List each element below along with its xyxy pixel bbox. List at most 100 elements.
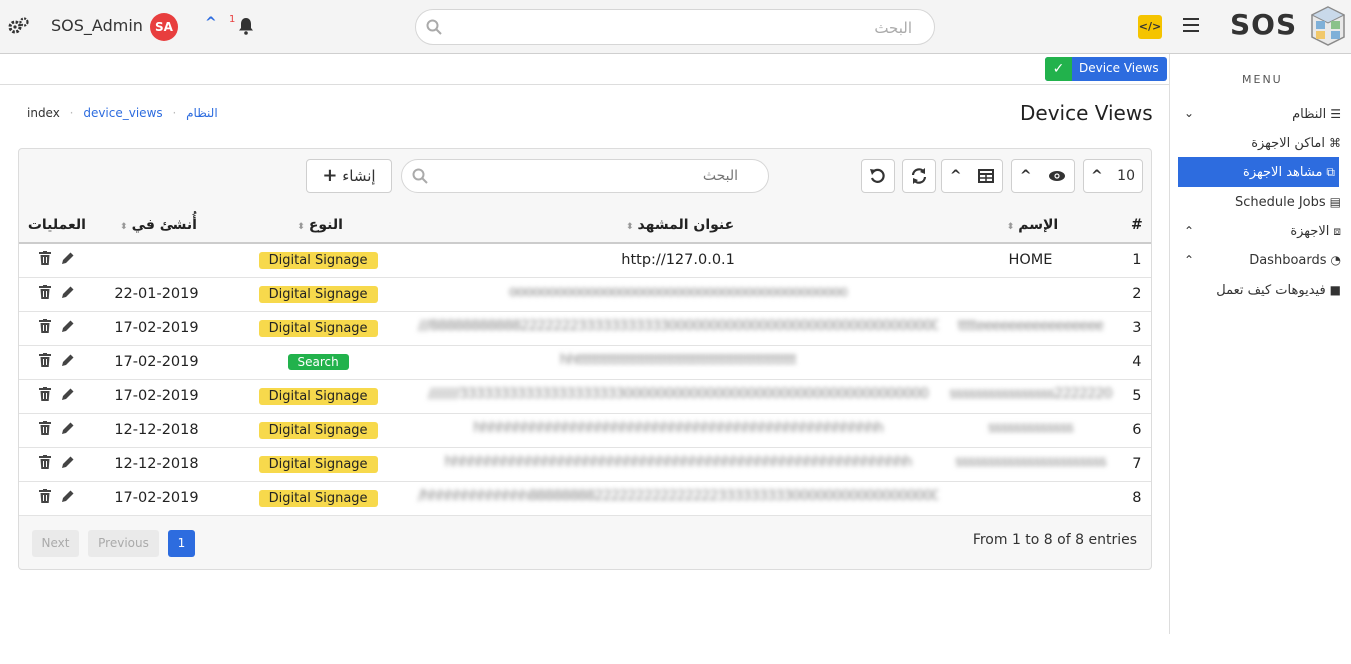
- pencil-icon[interactable]: [61, 456, 74, 473]
- chevron-down-icon[interactable]: ⌄: [1184, 106, 1194, 120]
- chevron-up-icon[interactable]: ⌃: [1184, 224, 1194, 238]
- row-actions: [19, 413, 95, 448]
- column-header-name[interactable]: ⬍ الإسم: [938, 207, 1123, 244]
- page-1-button[interactable]: 1: [168, 530, 195, 557]
- trash-icon[interactable]: [39, 421, 52, 439]
- avatar[interactable]: SA: [150, 13, 178, 41]
- cell-number: 1: [1122, 243, 1151, 278]
- cell-number: 7: [1122, 447, 1151, 482]
- table-search-input[interactable]: [438, 165, 738, 187]
- create-button[interactable]: إنشاء +: [306, 159, 392, 193]
- table-icon: [978, 168, 995, 184]
- next-page-button[interactable]: Next: [32, 530, 79, 557]
- hamburger-menu-icon[interactable]: [1183, 18, 1199, 32]
- brand-name[interactable]: SOS: [1230, 8, 1297, 41]
- cell-number: 3: [1122, 311, 1151, 346]
- cell-number: 2: [1122, 277, 1151, 312]
- settings-gear-icon[interactable]: [8, 16, 30, 36]
- column-header-number: #: [1122, 207, 1151, 244]
- cell-name: sssssssssssss: [938, 413, 1123, 448]
- trash-icon[interactable]: [39, 489, 52, 507]
- table-row[interactable]: 17-02-2019 Search hhtttttttttttttttttttttt…: [19, 345, 1151, 380]
- data-table-card: ^ 10 ^ ^ إنشاء + العمليات: [18, 148, 1152, 570]
- username[interactable]: SOS_Admin: [51, 16, 143, 35]
- cell-url: ////////33333333333333333333000000000000…: [418, 379, 939, 414]
- table-row[interactable]: Digital Signage http://127.0.0.1 HOME 1: [19, 243, 1151, 278]
- clipboard-icon: ▤: [1329, 195, 1341, 209]
- global-search-input[interactable]: [456, 16, 916, 40]
- pencil-icon[interactable]: [61, 422, 74, 439]
- type-badge: Digital Signage: [258, 421, 378, 439]
- url-text: hhhhhhhhhhhhhhhhhhhhhhhhhhhhhhhhhhhhhhhh…: [444, 454, 912, 470]
- global-search[interactable]: [415, 9, 935, 45]
- table-row[interactable]: 17-02-2019 Digital Signage/hhhhhhhhhhhhh8…: [19, 481, 1151, 516]
- cell-name: sssssssssssssssssssssss: [938, 447, 1123, 482]
- undo-icon: [869, 168, 887, 184]
- trash-icon[interactable]: [39, 353, 52, 371]
- cell-name: [938, 277, 1123, 312]
- sidebar-item-device-views[interactable]: ⧉ مشاهد الاجهزة: [1178, 157, 1339, 187]
- pagination-info: From 1 to 8 of 8 entries: [972, 532, 1137, 548]
- reset-button[interactable]: [861, 159, 895, 193]
- table-layout-button[interactable]: ^: [941, 159, 1003, 193]
- breadcrumb-item-system[interactable]: النظام: [186, 106, 218, 120]
- sidebar-item-dashboards[interactable]: ◔ Dashboards: [1249, 247, 1341, 273]
- pencil-icon[interactable]: [61, 388, 74, 405]
- pencil-icon[interactable]: [61, 320, 74, 337]
- refresh-button[interactable]: [902, 159, 936, 193]
- chevron-up-icon[interactable]: ⌃: [1184, 253, 1194, 267]
- cell-created: [94, 243, 219, 278]
- sidebar-item-schedule-jobs[interactable]: ▤ Schedule Jobs: [1235, 189, 1341, 215]
- map-marker-icon: ⌘: [1329, 136, 1341, 150]
- table-row[interactable]: 22-01-2019 Digital Signage ooooooooooooooo…: [19, 277, 1151, 312]
- code-icon[interactable]: </>: [1138, 15, 1162, 39]
- trash-icon[interactable]: [39, 387, 52, 405]
- trash-icon[interactable]: [39, 319, 52, 337]
- menu-title: MENU: [1242, 73, 1283, 86]
- cell-name: [938, 345, 1123, 380]
- sidebar-item-label: Schedule Jobs: [1234, 194, 1326, 210]
- table-search[interactable]: [401, 159, 769, 193]
- trash-icon[interactable]: [39, 251, 52, 269]
- pencil-icon[interactable]: [61, 354, 74, 371]
- cell-type: Digital Signage: [218, 481, 419, 516]
- page-size-select[interactable]: ^ 10: [1083, 159, 1143, 193]
- sidebar-item-system[interactable]: ☰ النظام: [1292, 101, 1341, 127]
- cell-name: HOME: [938, 243, 1123, 278]
- column-header-url[interactable]: ⬍ عنوان المشهد: [418, 207, 939, 244]
- sidebar-item-devices[interactable]: ⧈ الاجهزة: [1290, 218, 1341, 244]
- column-header-created[interactable]: ⬍ أُنشئ في: [94, 207, 219, 244]
- breadcrumb-item-index[interactable]: index: [27, 106, 60, 120]
- previous-page-button[interactable]: Previous: [88, 530, 159, 557]
- cell-url: /hhhhhhhhhhhhh88888888222222222222222333…: [418, 481, 939, 516]
- cell-created: 17-02-2019: [94, 379, 219, 414]
- name-text: sssssssssssss: [987, 420, 1074, 436]
- chevron-up-icon[interactable]: ^: [205, 15, 217, 31]
- pencil-icon[interactable]: [61, 252, 74, 269]
- type-badge: Digital Signage: [258, 319, 378, 337]
- pencil-icon[interactable]: [61, 286, 74, 303]
- video-icon: ■: [1329, 283, 1341, 297]
- breadcrumb-item-device-views[interactable]: device_views: [83, 106, 162, 120]
- bell-icon[interactable]: [238, 17, 254, 35]
- trash-icon[interactable]: [39, 285, 52, 303]
- device-views-badge[interactable]: ✓ Device Views: [1045, 57, 1167, 81]
- row-actions: [19, 243, 95, 278]
- table-row[interactable]: 17-02-2019 Digital Signage ////////3333333…: [19, 379, 1151, 414]
- column-visibility-button[interactable]: ^: [1011, 159, 1075, 193]
- cell-name: [938, 481, 1123, 516]
- table-row[interactable]: 17-02-2019 Digital Signage ///888888888882…: [19, 311, 1151, 346]
- table-row[interactable]: 12-12-2018 Digital Signage hhhhhhhhhhhhhhh…: [19, 413, 1151, 448]
- trash-icon[interactable]: [39, 455, 52, 473]
- logo[interactable]: [1309, 4, 1347, 48]
- sidebar-item-device-locations[interactable]: ⌘ اماكن الاجهزة: [1251, 130, 1341, 156]
- sidebar-item-how-to-videos[interactable]: ■ فيديوهات كيف تعمل: [1216, 277, 1341, 303]
- sync-icon: [910, 168, 928, 184]
- name-text: tttteeeeeeeeeeeeeeee: [957, 318, 1104, 334]
- pencil-icon[interactable]: [61, 490, 74, 507]
- cell-created: 22-01-2019: [94, 277, 219, 312]
- cell-created: 12-12-2018: [94, 413, 219, 448]
- table-row[interactable]: 12-12-2018 Digital Signage hhhhhhhhhhhhhhh…: [19, 447, 1151, 482]
- column-header-type[interactable]: ⬍ النوع: [218, 207, 419, 244]
- cell-name: ssssssssssssssss2222220: [938, 379, 1123, 414]
